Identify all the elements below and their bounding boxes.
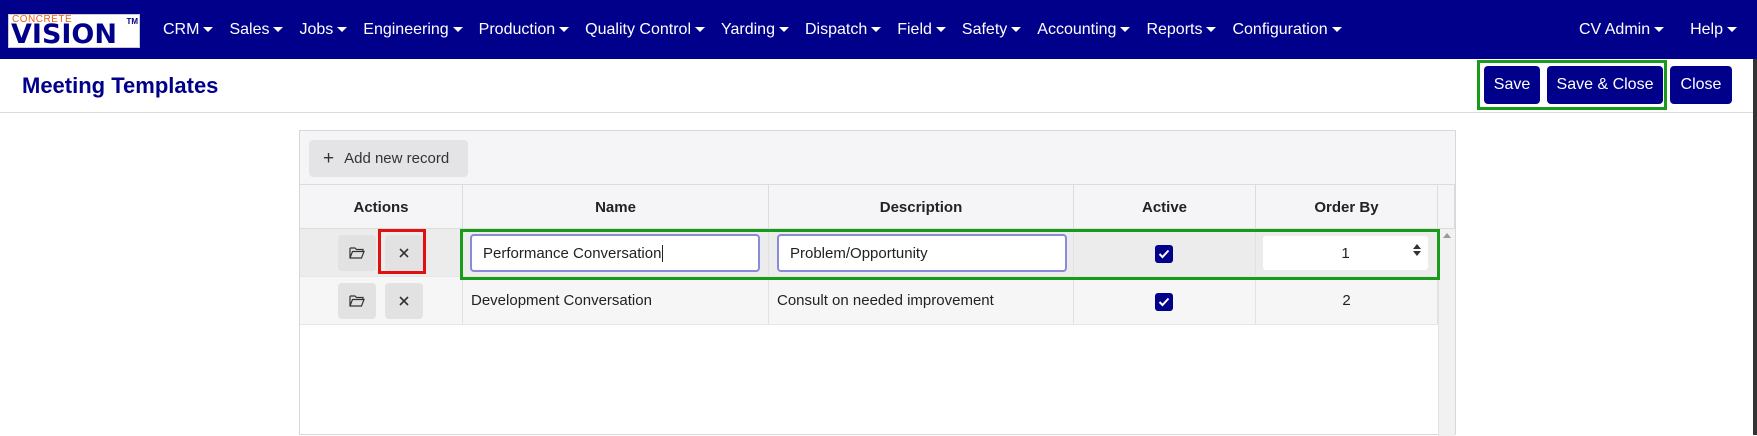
nav-item-accounting[interactable]: Accounting [1037,21,1131,39]
nav-item-engineering[interactable]: Engineering [363,21,463,39]
folder-open-icon [349,247,365,259]
nav-item-crm[interactable]: CRM [163,21,214,39]
close-icon [399,296,409,306]
window-edge [1753,59,1757,435]
nav-item-reports[interactable]: Reports [1146,21,1217,39]
caret-down-icon [1011,27,1022,32]
nav-item-yarding[interactable]: Yarding [721,21,789,39]
table-row[interactable]: Development Conversation Consult on need… [300,277,1438,325]
caret-down-icon [559,27,570,32]
caret-down-icon [1331,27,1342,32]
grid-header: Actions Name Description Active Order By [300,185,1455,229]
grid-toolbar: + Add new record [300,131,1455,185]
caret-down-icon [935,27,946,32]
caret-down-icon [1727,27,1737,32]
save-and-close-button[interactable]: Save & Close [1547,66,1663,104]
grid-scrollbar[interactable] [1438,229,1455,436]
caret-down-icon [871,27,882,32]
caret-down-icon [273,27,284,32]
actions-cell [300,277,463,324]
caret-down-icon [778,27,789,32]
scroll-up-icon[interactable] [1443,233,1451,238]
active-checkbox[interactable] [1155,293,1173,311]
user-menu: CV Admin Help [1553,0,1737,59]
nav-item-user[interactable]: CV Admin [1579,21,1665,39]
column-header-description[interactable]: Description [769,185,1074,229]
caret-down-icon [1206,27,1217,32]
caret-down-icon [1120,27,1131,32]
concrete-vision-logo[interactable]: CONCRETE VISION TM [8,14,140,48]
column-header-order-by[interactable]: Order By [1256,185,1438,229]
open-folder-button[interactable] [338,235,376,271]
nav-item-safety[interactable]: Safety [962,21,1022,39]
open-folder-button[interactable] [338,283,376,319]
templates-grid: + Add new record Actions Name Descriptio… [299,130,1456,436]
edit-row-highlight [460,229,1440,280]
caret-down-icon [452,27,463,32]
delete-button-highlight [378,229,426,274]
name-cell[interactable]: Development Conversation [463,277,769,324]
active-cell [1074,277,1256,324]
order-by-cell[interactable]: 2 [1256,277,1438,324]
caret-down-icon [337,27,348,32]
add-new-record-label: Add new record [344,150,450,167]
top-navbar: CONCRETE VISION TM CRM Sales Jobs Engine… [0,0,1757,59]
column-header-actions: Actions [300,185,463,229]
column-header-active[interactable]: Active [1074,185,1256,229]
nav-item-field[interactable]: Field [897,21,946,39]
save-button[interactable]: Save [1484,66,1540,104]
column-header-scroll-spacer [1438,185,1455,229]
caret-down-icon [203,27,214,32]
nav-item-sales[interactable]: Sales [229,21,284,39]
description-cell[interactable]: Consult on needed improvement [769,277,1074,324]
nav-item-dispatch[interactable]: Dispatch [805,21,882,39]
caret-down-icon [1654,27,1665,32]
main-menu: CRM Sales Jobs Engineering Production Qu… [163,0,1358,59]
logo-trademark: TM [126,17,138,26]
nav-item-quality-control[interactable]: Quality Control [585,21,705,39]
delete-row-button[interactable] [385,283,423,319]
logo-main-text: VISION [11,19,117,48]
nav-item-configuration[interactable]: Configuration [1232,21,1342,39]
caret-down-icon [695,27,705,32]
column-header-name[interactable]: Name [463,185,769,229]
plus-icon: + [323,148,335,169]
close-button[interactable]: Close [1670,66,1732,104]
page-header: Meeting Templates Save Save & Close Clos… [0,59,1757,113]
folder-open-icon [349,295,365,307]
nav-item-production[interactable]: Production [479,21,570,39]
add-new-record-button[interactable]: + Add new record [309,140,468,177]
nav-item-jobs[interactable]: Jobs [299,21,348,39]
checkmark-icon [1158,297,1170,307]
page-title: Meeting Templates [22,73,219,98]
nav-item-help[interactable]: Help [1690,21,1737,39]
